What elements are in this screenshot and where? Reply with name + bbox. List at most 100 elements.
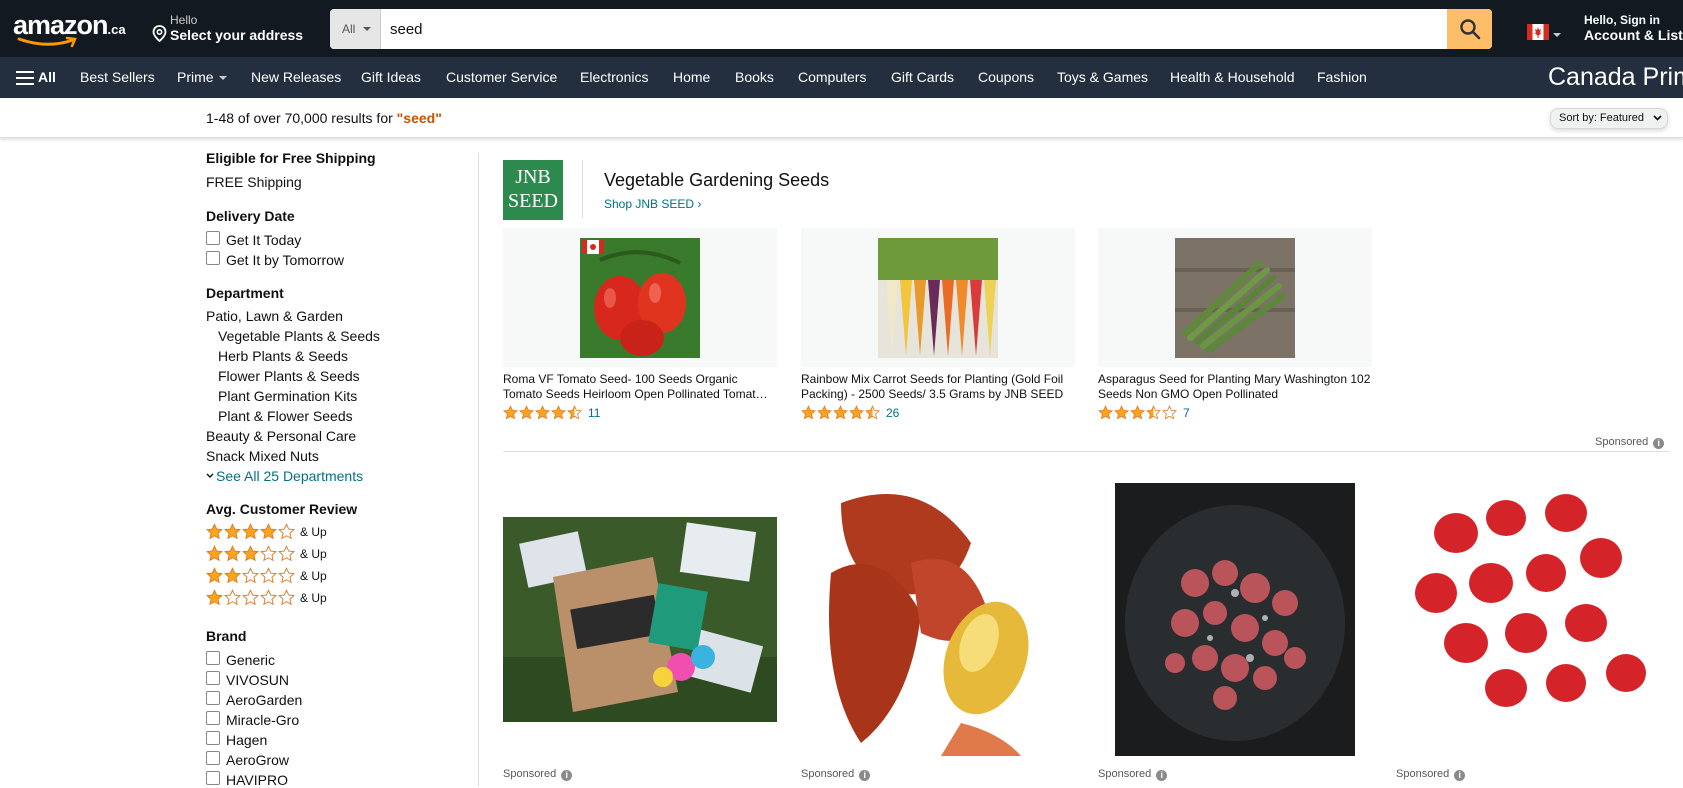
- nav-gift-cards[interactable]: Gift Cards: [891, 57, 954, 98]
- product-rating[interactable]: 7: [1098, 405, 1372, 420]
- rating-count[interactable]: 7: [1183, 406, 1190, 420]
- product-rating[interactable]: 11: [503, 405, 777, 420]
- filter-free-shipping[interactable]: FREE Shipping: [206, 174, 302, 190]
- search-button[interactable]: [1447, 9, 1492, 49]
- sidebar-divider: [478, 153, 479, 786]
- checkbox-brand-vivosun[interactable]: [206, 671, 220, 685]
- search-category-dropdown[interactable]: All: [330, 9, 381, 49]
- nav-customer-service[interactable]: Customer Service: [446, 57, 557, 98]
- nav-coupons[interactable]: Coupons: [978, 57, 1034, 98]
- product-title[interactable]: Roma VF Tomato Seed- 100 Seeds Organic T…: [503, 372, 777, 402]
- product-title[interactable]: Rainbow Mix Carrot Seeds for Planting (G…: [801, 372, 1075, 402]
- shop-jnb-seed-link[interactable]: Shop JNB SEED ›: [604, 197, 701, 211]
- sponsored-product-card[interactable]: Asparagus Seed for Planting Mary Washing…: [1098, 228, 1372, 420]
- address-hello: Hello: [170, 13, 198, 27]
- star-rating-icon: [503, 405, 583, 420]
- soaking-seeds-product-image[interactable]: [1115, 483, 1355, 756]
- chevron-down-icon: [218, 76, 227, 80]
- brand-hagen[interactable]: Hagen: [226, 732, 267, 748]
- nav-electronics[interactable]: Electronics: [580, 57, 648, 98]
- sponsored-brand-title[interactable]: Vegetable Gardening Seeds: [604, 170, 829, 191]
- red-seeds-product-image[interactable]: [1396, 483, 1670, 756]
- review-filter-1-up[interactable]: & Up: [206, 589, 327, 606]
- product-image-frame: [801, 228, 1075, 367]
- brand-vivosun[interactable]: VIVOSUN: [226, 672, 289, 688]
- banner-divider: [582, 160, 583, 218]
- checkbox-brand-havipro[interactable]: [206, 771, 220, 785]
- dept-beauty-personal-care[interactable]: Beauty & Personal Care: [206, 428, 356, 444]
- location-pin-icon: [152, 25, 167, 43]
- nav-promo-canada-prime[interactable]: Canada Prim: [1548, 57, 1683, 98]
- review-filter-3-up[interactable]: & Up: [206, 545, 327, 562]
- nav-gift-ideas[interactable]: Gift Ideas: [361, 57, 421, 98]
- account-lists[interactable]: Hello, Sign in Account & Lists: [1584, 13, 1683, 43]
- checkbox-get-it-tomorrow[interactable]: [206, 251, 220, 265]
- see-all-departments-link[interactable]: See All 25 Departments: [206, 468, 363, 484]
- salak-fruit-product-image[interactable]: [801, 483, 1075, 756]
- sponsored-label[interactable]: Sponsored i: [1396, 768, 1466, 781]
- brand-generic[interactable]: Generic: [226, 652, 275, 668]
- review-filter-2-up[interactable]: & Up: [206, 567, 327, 584]
- brand-aerogarden[interactable]: AeroGarden: [226, 692, 302, 708]
- see-all-departments-label: See All 25 Departments: [216, 468, 364, 484]
- nav-computers[interactable]: Computers: [798, 57, 866, 98]
- review-filter-4-up[interactable]: & Up: [206, 523, 327, 540]
- checkbox-get-it-today[interactable]: [206, 231, 220, 245]
- sponsored-brand-label[interactable]: Sponsored i: [1595, 436, 1665, 449]
- nav-all-menu[interactable]: All: [16, 57, 56, 98]
- checkbox-brand-aerogrow[interactable]: [206, 751, 220, 765]
- sponsored-product-card[interactable]: Roma VF Tomato Seed- 100 Seeds Organic T…: [503, 228, 777, 420]
- nav-prime[interactable]: Prime: [177, 57, 227, 98]
- nav-fashion[interactable]: Fashion: [1317, 57, 1367, 98]
- nav-new-releases[interactable]: New Releases: [251, 57, 341, 98]
- star-rating-3-icon: [206, 545, 296, 562]
- checkbox-brand-miracle-gro[interactable]: [206, 711, 220, 725]
- nav-best-sellers[interactable]: Best Sellers: [80, 57, 155, 98]
- nav-books[interactable]: Books: [735, 57, 774, 98]
- language-caret-icon[interactable]: [1553, 33, 1561, 37]
- product-image-frame: [1098, 228, 1372, 367]
- seed-kit-product-image[interactable]: [503, 517, 777, 722]
- sponsored-label[interactable]: Sponsored i: [503, 768, 573, 781]
- rating-count[interactable]: 26: [886, 406, 899, 420]
- product-image-frame: [503, 228, 777, 367]
- sort-value: Featured: [1599, 112, 1644, 124]
- nav-all-label: All: [38, 69, 56, 85]
- dept-vegetable-plants-seeds[interactable]: Vegetable Plants & Seeds: [218, 328, 380, 344]
- sponsored-label[interactable]: Sponsored i: [801, 768, 871, 781]
- search-input[interactable]: [381, 9, 1441, 49]
- sponsored-product-card[interactable]: Rainbow Mix Carrot Seeds for Planting (G…: [801, 228, 1075, 420]
- sort-dropdown[interactable]: Sort by: Featured: [1550, 108, 1668, 129]
- dept-patio-lawn-garden[interactable]: Patio, Lawn & Garden: [206, 308, 343, 324]
- dept-flower-plants-seeds[interactable]: Flower Plants & Seeds: [218, 368, 360, 384]
- nav-health-household[interactable]: Health & Household: [1170, 57, 1295, 98]
- top-bar: amazon.ca Hello Select your address All: [0, 0, 1683, 57]
- star-rating-2-icon: [206, 567, 296, 584]
- info-icon: i: [1454, 770, 1466, 781]
- sponsored-label[interactable]: Sponsored i: [1098, 768, 1168, 781]
- filter-get-it-today[interactable]: Get It Today: [226, 232, 301, 248]
- review-up-label: & Up: [300, 524, 327, 539]
- jnb-seed-logo[interactable]: JNB SEED: [503, 160, 563, 220]
- amazon-logo[interactable]: amazon.ca: [13, 10, 128, 50]
- star-rating-4-icon: [206, 523, 296, 540]
- tomato-product-image[interactable]: [580, 238, 700, 358]
- nav-toys-games[interactable]: Toys & Games: [1057, 57, 1148, 98]
- carrot-product-image[interactable]: [878, 238, 998, 358]
- checkbox-brand-hagen[interactable]: [206, 731, 220, 745]
- dept-plant-germination-kits[interactable]: Plant Germination Kits: [218, 388, 357, 404]
- canada-flag-icon[interactable]: [1527, 24, 1549, 40]
- filter-get-it-tomorrow[interactable]: Get It by Tomorrow: [226, 252, 344, 268]
- dept-snack-mixed-nuts[interactable]: Snack Mixed Nuts: [206, 448, 319, 464]
- dept-plant-flower-seeds[interactable]: Plant & Flower Seeds: [218, 408, 353, 424]
- rating-count[interactable]: 11: [588, 406, 600, 420]
- nav-home[interactable]: Home: [673, 57, 710, 98]
- product-title[interactable]: Asparagus Seed for Planting Mary Washing…: [1098, 372, 1372, 402]
- checkbox-brand-generic[interactable]: [206, 651, 220, 665]
- asparagus-product-image[interactable]: [1175, 238, 1295, 358]
- checkbox-brand-aerogarden[interactable]: [206, 691, 220, 705]
- brand-aerogrow[interactable]: AeroGrow: [226, 752, 289, 768]
- brand-miracle-gro[interactable]: Miracle-Gro: [226, 712, 299, 728]
- product-rating[interactable]: 26: [801, 405, 1075, 420]
- dept-herb-plants-seeds[interactable]: Herb Plants & Seeds: [218, 348, 348, 364]
